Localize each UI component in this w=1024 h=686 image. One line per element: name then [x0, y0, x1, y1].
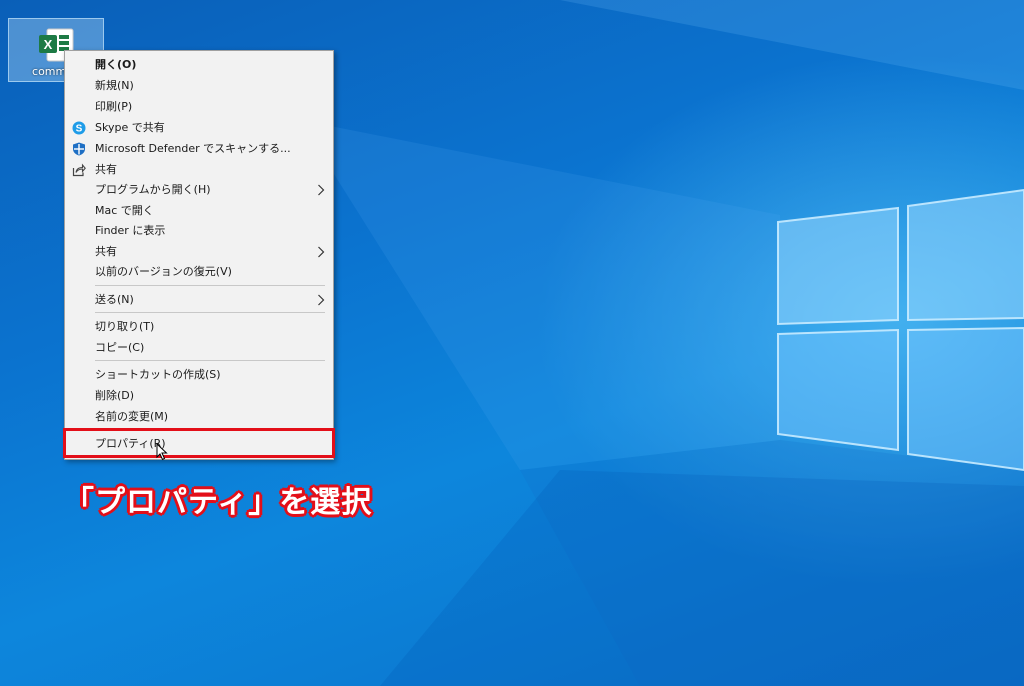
menu-item-send-to[interactable]: 送る(N): [65, 290, 333, 310]
menu-item-label: プログラムから開く(H): [95, 183, 211, 196]
menu-item-label: 共有: [95, 163, 117, 176]
menu-item-label: 切り取り(T): [95, 320, 155, 333]
menu-item-label: 新規(N): [95, 79, 134, 92]
menu-item-label: 削除(D): [95, 389, 135, 402]
menu-item-label: 印刷(P): [95, 100, 133, 113]
menu-item-label: 送る(N): [95, 293, 134, 306]
menu-item-label: ショートカットの作成(S): [95, 368, 221, 381]
menu-item-share-submenu[interactable]: 共有: [65, 242, 333, 262]
menu-item-label: Mac で開く: [95, 204, 154, 217]
menu-separator: [95, 312, 325, 313]
chevron-right-icon: [318, 246, 325, 258]
chevron-right-icon: [318, 184, 325, 196]
menu-item-label: 名前の変更(M): [95, 410, 169, 423]
menu-item-new[interactable]: 新規(N): [65, 76, 333, 96]
menu-item-share[interactable]: 共有: [65, 160, 333, 180]
menu-item-delete[interactable]: 削除(D): [65, 386, 333, 406]
instruction-annotation: 「プロパティ」を選択: [64, 485, 373, 520]
context-menu: 開く(O) 新規(N) 印刷(P) S Skype で共有 Microsoft …: [64, 50, 334, 460]
menu-separator: [95, 360, 325, 361]
menu-item-open[interactable]: 開く(O): [65, 55, 333, 75]
chevron-right-icon: [318, 294, 325, 306]
menu-item-label: コピー(C): [95, 341, 145, 354]
menu-item-copy[interactable]: コピー(C): [65, 338, 333, 358]
svg-text:S: S: [76, 124, 83, 135]
menu-item-open-with[interactable]: プログラムから開く(H): [65, 180, 333, 200]
menu-item-label: 開く(O): [95, 58, 137, 71]
share-icon: [72, 163, 86, 177]
menu-item-label: Microsoft Defender でスキャンする...: [95, 142, 291, 155]
menu-item-show-in-finder[interactable]: Finder に表示: [65, 221, 333, 241]
properties-highlight-box: [63, 428, 335, 458]
menu-item-skype-share[interactable]: S Skype で共有: [65, 118, 333, 138]
menu-item-label: Skype で共有: [95, 121, 165, 134]
menu-item-print[interactable]: 印刷(P): [65, 97, 333, 117]
skype-icon: S: [72, 121, 86, 135]
menu-separator: [95, 285, 325, 286]
defender-icon: [73, 142, 85, 156]
menu-item-create-shortcut[interactable]: ショートカットの作成(S): [65, 365, 333, 385]
menu-item-rename[interactable]: 名前の変更(M): [65, 407, 333, 427]
menu-item-restore-previous-versions[interactable]: 以前のバージョンの復元(V): [65, 262, 333, 282]
menu-item-label: Finder に表示: [95, 224, 166, 237]
svg-text:X: X: [44, 37, 53, 52]
menu-item-label: 以前のバージョンの復元(V): [95, 265, 232, 278]
menu-item-cut[interactable]: 切り取り(T): [65, 317, 333, 337]
mouse-pointer-icon: [156, 443, 168, 461]
menu-item-open-on-mac[interactable]: Mac で開く: [65, 201, 333, 221]
menu-item-defender-scan[interactable]: Microsoft Defender でスキャンする...: [65, 139, 333, 159]
menu-item-label: 共有: [95, 245, 117, 258]
